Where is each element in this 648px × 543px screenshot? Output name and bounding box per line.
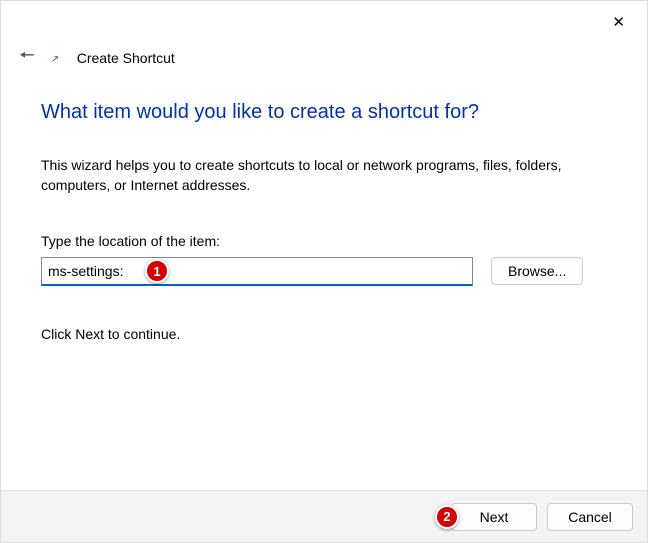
callout-marker-2: 2 bbox=[435, 505, 459, 529]
description-text: This wizard helps you to create shortcut… bbox=[41, 156, 607, 195]
close-button[interactable]: ✕ bbox=[604, 9, 633, 35]
location-label: Type the location of the item: bbox=[41, 233, 607, 249]
shortcut-icon: ↗ bbox=[51, 54, 63, 66]
wizard-header: 🠔 ↗ Create Shortcut bbox=[19, 43, 175, 73]
page-heading: What item would you like to create a sho… bbox=[41, 101, 607, 124]
footer-bar: 2 Next Cancel bbox=[1, 490, 647, 542]
location-input[interactable] bbox=[41, 257, 473, 286]
cancel-button[interactable]: Cancel bbox=[547, 503, 633, 531]
input-row: Browse... bbox=[41, 257, 607, 286]
callout-marker-1: 1 bbox=[145, 259, 169, 283]
content-area: What item would you like to create a sho… bbox=[41, 101, 607, 342]
next-button-wrap: 2 Next bbox=[451, 503, 537, 531]
back-button[interactable]: 🠔 bbox=[19, 43, 35, 73]
next-button[interactable]: Next bbox=[451, 503, 537, 531]
continue-text: Click Next to continue. bbox=[41, 326, 607, 342]
browse-button[interactable]: Browse... bbox=[491, 257, 583, 285]
window-title: Create Shortcut bbox=[77, 50, 175, 66]
